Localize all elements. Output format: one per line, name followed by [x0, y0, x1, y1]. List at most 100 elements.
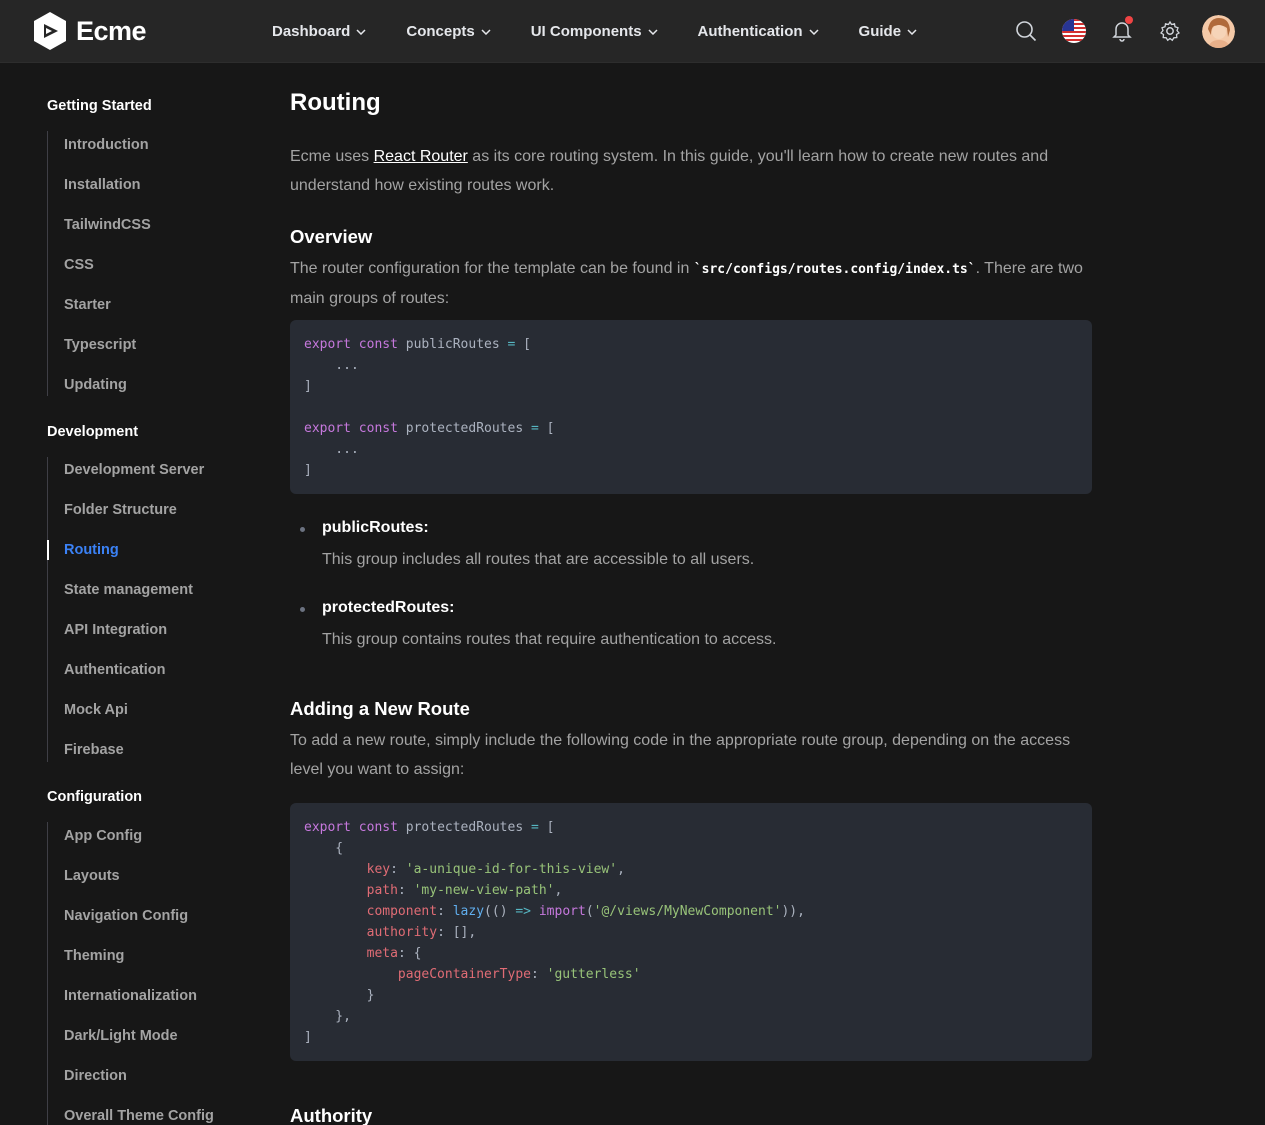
main-nav: Dashboard Concepts UI Components Authent… [272, 0, 957, 63]
authority-heading: Authority [290, 1105, 373, 1125]
search-button[interactable] [1009, 14, 1043, 48]
bullet-title: publicRoutes: [322, 519, 429, 536]
code-keyword: const [358, 421, 398, 436]
sidebar-item-typescript[interactable]: Typescript [64, 337, 136, 353]
code-operator: = [507, 337, 516, 352]
code-operator: => [515, 904, 532, 919]
overview-paragraph: The router configuration for the templat… [290, 255, 1092, 313]
code-operator: = [531, 820, 539, 835]
code-property: meta [366, 946, 398, 961]
top-header: Ecme Dashboard Concepts UI Components Au… [0, 0, 1265, 63]
gear-icon [1160, 20, 1180, 42]
nav-dashboard[interactable]: Dashboard [272, 23, 366, 40]
header-actions [995, 14, 1235, 48]
sidebar-item-theming[interactable]: Theming [64, 948, 124, 964]
react-router-link[interactable]: React Router [374, 148, 468, 165]
code-keyword: const [358, 337, 398, 352]
sidebar-item-api-integration[interactable]: API Integration [64, 622, 167, 638]
chevron-down-icon [648, 28, 658, 35]
code-block-routes[interactable]: export const publicRoutes = [ ... ] expo… [290, 320, 1092, 494]
sidebar-item-development-server[interactable]: Development Server [64, 462, 204, 478]
us-flag-icon [1062, 19, 1086, 43]
new-route-heading: Adding a New Route [290, 698, 470, 719]
notification-dot [1125, 16, 1133, 24]
intro-paragraph: Ecme uses React Router as its core routi… [290, 143, 1092, 200]
sidebar-item-updating[interactable]: Updating [64, 377, 127, 393]
docs-sidebar: Getting Started Introduction Installatio… [0, 63, 250, 1125]
code-property: authority [366, 925, 438, 940]
code-keyword: const [358, 820, 398, 835]
sidebar-item-starter[interactable]: Starter [64, 297, 111, 313]
overview-text: The router configuration for the templat… [290, 260, 694, 277]
sidebar-item-authentication[interactable]: Authentication [64, 662, 166, 678]
sidebar-section-title: Configuration [47, 789, 143, 805]
sidebar-item-direction[interactable]: Direction [64, 1068, 127, 1084]
sidebar-item-css[interactable]: CSS [64, 257, 94, 273]
nav-concepts[interactable]: Concepts [406, 23, 491, 40]
user-menu-button[interactable] [1201, 14, 1235, 48]
sidebar-item-layouts[interactable]: Layouts [64, 868, 120, 884]
config-path-code: `src/configs/routes.config/index.ts` [693, 262, 976, 277]
section-divider [47, 131, 48, 396]
chevron-down-icon [356, 28, 366, 35]
nav-authentication[interactable]: Authentication [698, 23, 819, 40]
code-keyword: import [538, 904, 586, 919]
bullet-dot [300, 527, 305, 532]
active-indicator [47, 540, 49, 560]
code-string: 'gutterless' [546, 967, 641, 982]
avatar [1201, 14, 1235, 48]
nav-guide[interactable]: Guide [859, 23, 918, 40]
logo-icon [34, 12, 66, 50]
notifications-button[interactable] [1105, 14, 1139, 48]
bullet-dot [300, 607, 305, 612]
nav-label: Dashboard [272, 23, 351, 40]
sidebar-item-mock-api[interactable]: Mock Api [64, 702, 128, 718]
sidebar-item-routing[interactable]: Routing [64, 542, 119, 558]
chevron-down-icon [481, 28, 491, 35]
sidebar-item-installation[interactable]: Installation [64, 177, 141, 193]
chevron-down-icon [809, 28, 819, 35]
code-string: 'a-unique-id-for-this-view' [405, 862, 618, 877]
section-divider [47, 822, 48, 1125]
sidebar-section-title: Getting Started [47, 98, 152, 114]
code-property: pageContainerType [397, 967, 531, 982]
settings-button[interactable] [1153, 14, 1187, 48]
nav-label: Authentication [697, 23, 803, 40]
code-property: path [366, 883, 398, 898]
language-button[interactable] [1057, 14, 1091, 48]
sidebar-item-navigation-config[interactable]: Navigation Config [64, 908, 188, 924]
code-block-new-route[interactable]: export const protectedRoutes = [ { key: … [290, 803, 1092, 1061]
code-keyword: export [304, 337, 351, 352]
bullet-text: This group includes all routes that are … [322, 551, 755, 568]
section-divider [47, 457, 48, 762]
code-property: component [366, 904, 438, 919]
code-keyword: export [304, 820, 351, 835]
code-function: lazy [452, 904, 485, 919]
nav-label: UI Components [530, 23, 642, 40]
sidebar-item-internationalization[interactable]: Internationalization [64, 988, 197, 1004]
sidebar-item-folder-structure[interactable]: Folder Structure [64, 502, 177, 518]
sidebar-item-state-management[interactable]: State management [64, 582, 193, 598]
brand-name: Ecme [76, 15, 147, 46]
bullet-text: This group contains routes that require … [322, 631, 777, 648]
sidebar-section-title: Development [47, 424, 139, 440]
sidebar-item-tailwindcss[interactable]: TailwindCSS [64, 217, 151, 233]
code-property: key [366, 862, 391, 877]
code-keyword: export [304, 421, 351, 436]
sidebar-item-dark-light-mode[interactable]: Dark/Light Mode [64, 1028, 178, 1044]
search-icon [1016, 21, 1037, 42]
bullet-title: protectedRoutes: [322, 599, 455, 616]
code-string: 'my-new-view-path' [413, 883, 555, 898]
nav-ui-components[interactable]: UI Components [531, 23, 658, 40]
sidebar-item-firebase[interactable]: Firebase [64, 742, 124, 758]
sidebar-item-overall-theme-config[interactable]: Overall Theme Config [64, 1108, 214, 1124]
new-route-paragraph: To add a new route, simply include the f… [290, 732, 1071, 778]
brand-logo[interactable]: Ecme [31, 11, 147, 51]
page-title: Routing [290, 89, 381, 116]
code-operator: = [531, 421, 539, 436]
sidebar-item-app-config[interactable]: App Config [64, 828, 142, 844]
sidebar-item-introduction[interactable]: Introduction [64, 137, 149, 153]
nav-label: Concepts [406, 23, 475, 40]
code-string: '@/views/MyNewComponent' [593, 904, 782, 919]
chevron-down-icon [907, 28, 917, 35]
